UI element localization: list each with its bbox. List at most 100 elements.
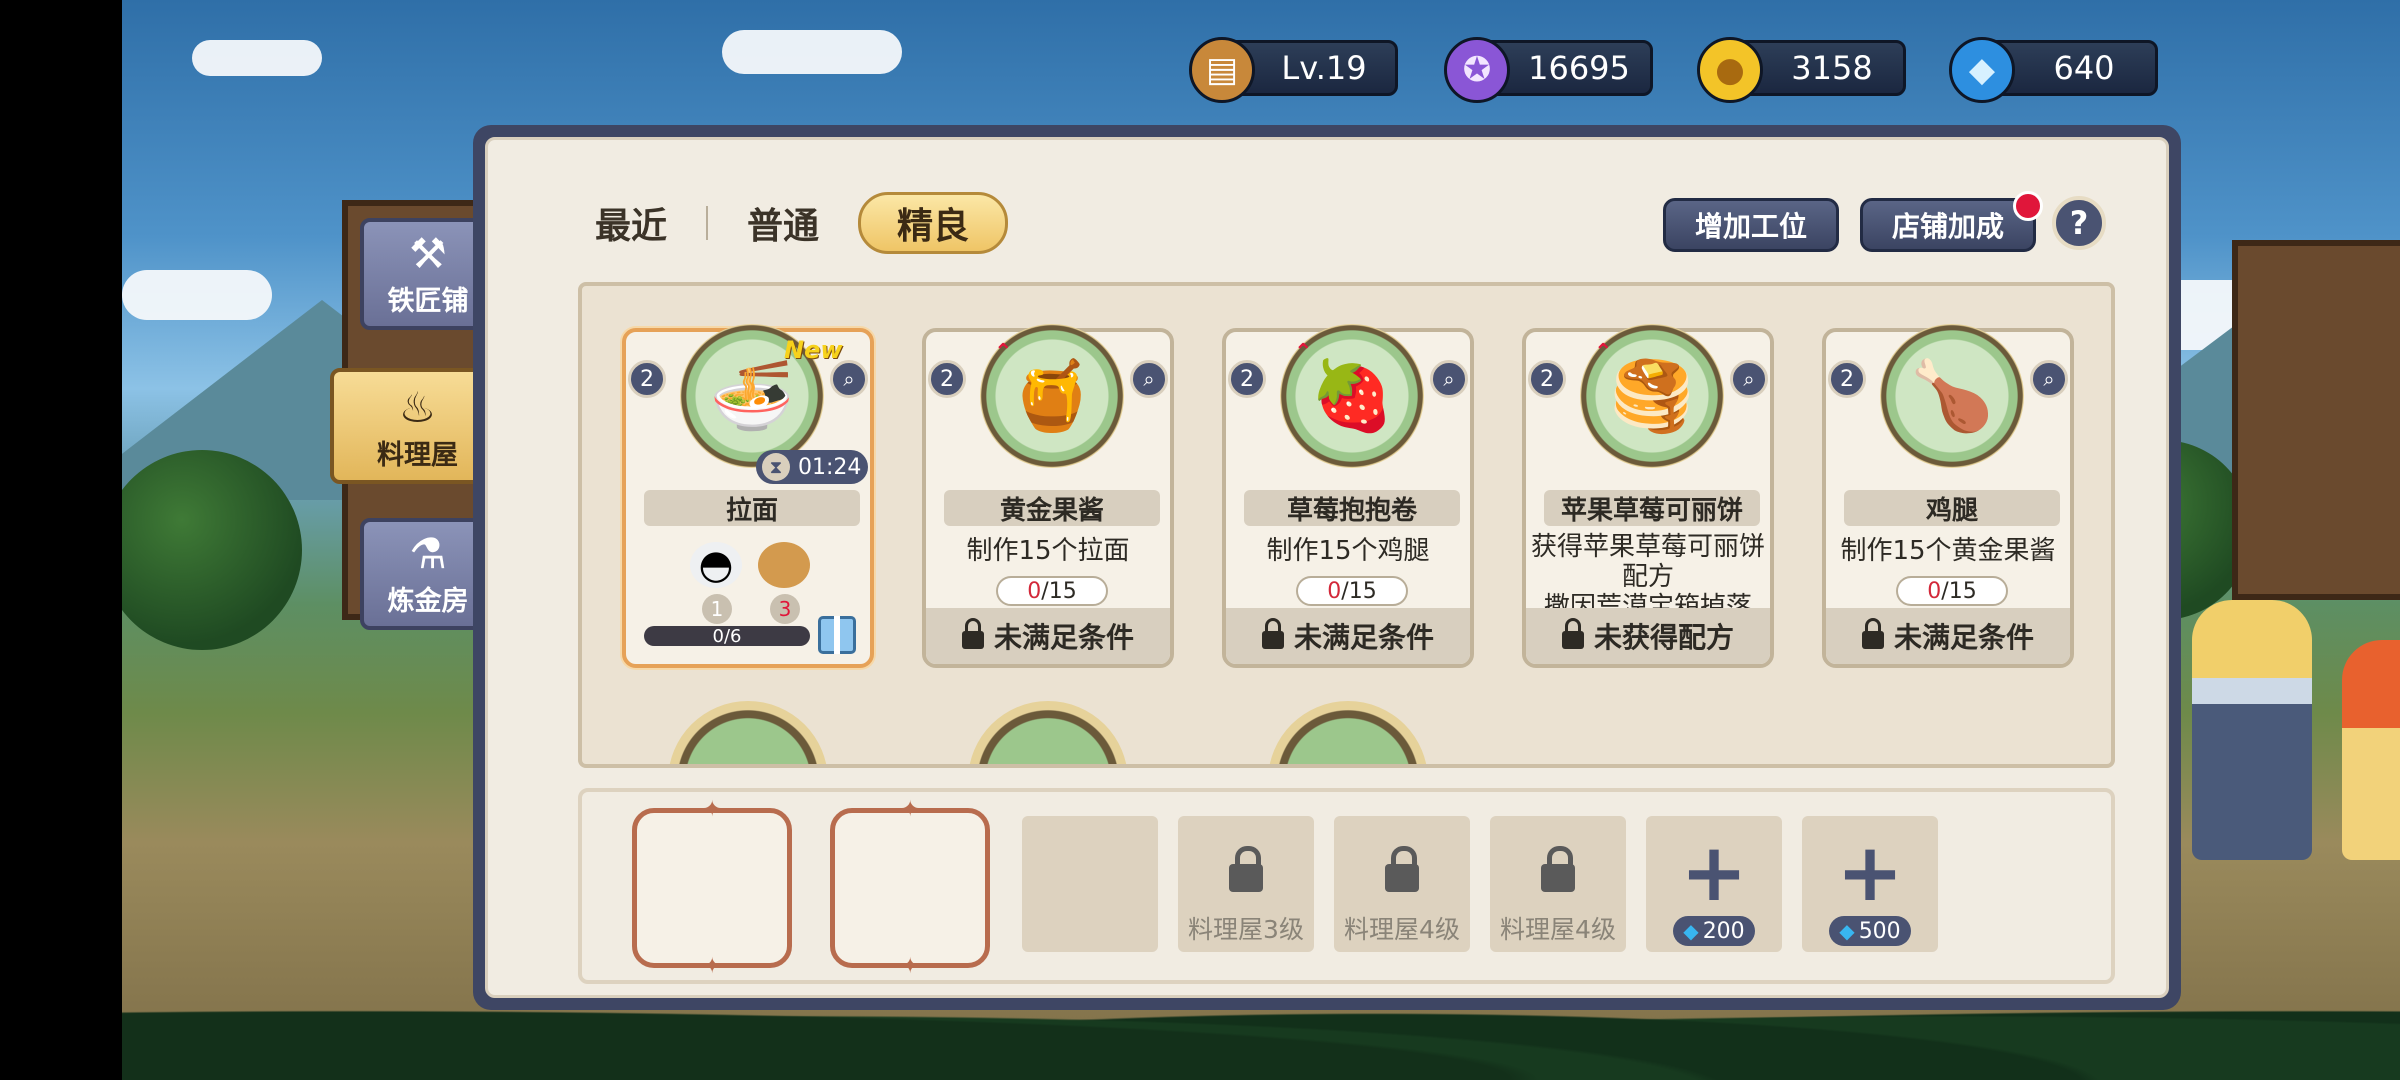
- recipe-card-next-row[interactable]: [968, 701, 1128, 764]
- medal-currency-display[interactable]: ✪ 16695: [1444, 37, 1653, 103]
- quality-filter: 最近 普通 精良: [556, 192, 1022, 254]
- shop-building: [2232, 240, 2400, 600]
- magnifier-icon[interactable]: ⌕: [1130, 360, 1168, 398]
- diamond-amount: 640: [2053, 49, 2115, 87]
- purple-medal-icon: ✪: [1444, 37, 1510, 103]
- recipe-name: 草莓抱抱卷: [1244, 490, 1460, 526]
- buy-slot-button[interactable]: + ◆ 200: [1646, 816, 1782, 952]
- cook-timer: ⧗ 01:24: [756, 450, 868, 484]
- desc-line: 配方: [1621, 562, 1674, 592]
- slot-unlock-label: 料理屋4级: [1344, 915, 1460, 944]
- status-text: 未满足条件: [993, 621, 1134, 654]
- progress-current: 0: [1927, 578, 1942, 604]
- recipe-panel: 最近 普通 精良 增加工位 店铺加成 ? 🍜 2 ⌕ New ⧗ 01:24 拉…: [473, 125, 2181, 1010]
- progress-current: 0: [1327, 578, 1342, 604]
- recipe-card-next-row[interactable]: [1268, 701, 1428, 764]
- recipe-card-crepe[interactable]: 🥞 ⌃ 2 ⌕ 苹果草莓可丽饼 获得苹果草莓可丽饼 配方 撒因荒漠宝箱掉落 未获…: [1522, 324, 1774, 668]
- gold-amount: 3158: [1791, 49, 1873, 87]
- locked-status: 未满足条件: [1826, 608, 2070, 664]
- requirement-progress: 0/15: [1296, 576, 1408, 606]
- slot-price: ◆ 500: [1829, 916, 1911, 946]
- anvil-icon: ⚒: [409, 229, 447, 278]
- progress-current: 0: [1027, 578, 1042, 604]
- tab-label: 炼金房: [387, 586, 469, 617]
- cooking-slot-locked[interactable]: 料理屋4级: [1334, 816, 1470, 952]
- recipe-card-golden-jam[interactable]: 🍯 ⌃ 2 ⌕ 黄金果酱 制作15个拉面 0/15 未满足条件: [922, 324, 1174, 668]
- notification-dot: [2013, 191, 2043, 221]
- lock-icon: [1561, 618, 1584, 649]
- cooking-slot-blank[interactable]: [1022, 816, 1158, 952]
- upgrade-arrow-icon: ⌃: [994, 340, 1013, 365]
- status-text: 未满足条件: [1893, 621, 2034, 654]
- desc-line: 获得苹果草莓可丽饼: [1530, 532, 1765, 562]
- unlock-requirement: 制作15个拉面: [966, 536, 1130, 566]
- filter-normal[interactable]: 普通: [708, 192, 858, 254]
- magnifier-icon[interactable]: ⌕: [2030, 360, 2068, 398]
- lock-icon: [1541, 846, 1575, 892]
- locked-status: 未满足条件: [926, 608, 1170, 664]
- level-badge: 2: [1528, 360, 1566, 398]
- magnifier-icon[interactable]: ⌕: [830, 360, 868, 398]
- progress-total: /15: [1941, 578, 1977, 604]
- tab-label: 铁匠铺: [387, 286, 469, 317]
- hero-character[interactable]: [2342, 640, 2400, 860]
- lock-icon: [1385, 846, 1419, 892]
- filter-recent[interactable]: 最近: [556, 192, 706, 254]
- recipe-name: 拉面: [644, 490, 860, 526]
- level-badge: 2: [1828, 360, 1866, 398]
- lock-icon: [1229, 846, 1263, 892]
- shop-bonus-button[interactable]: 店铺加成: [1860, 191, 2043, 252]
- gift-icon[interactable]: [818, 616, 856, 654]
- plus-icon: +: [1836, 826, 1904, 919]
- recipe-name: 鸡腿: [1844, 490, 2060, 526]
- ingredient-count: 3: [770, 594, 800, 624]
- diamond-icon: ◆: [1839, 919, 1855, 943]
- level-badge: 2: [1228, 360, 1266, 398]
- recipe-card-strawberry-roll[interactable]: 🍓 ⌃ 2 ⌕ 草莓抱抱卷 制作15个鸡腿 0/15 未满足条件: [1222, 324, 1474, 668]
- diamond-currency-display[interactable]: ◆ 640: [1949, 37, 2158, 103]
- slot-price: ◆ 200: [1673, 916, 1755, 946]
- recipe-card-next-row[interactable]: [668, 701, 828, 764]
- new-tag: New: [784, 336, 843, 364]
- upgrade-arrow-icon: ⌃: [1294, 340, 1313, 365]
- recipe-card-drumstick[interactable]: 🍗 2 ⌕ 鸡腿 制作15个黄金果酱 0/15 未满足条件: [1822, 324, 2074, 668]
- gold-currency-display[interactable]: ● 3158: [1697, 37, 1906, 103]
- plus-icon: +: [1680, 826, 1748, 919]
- recipe-name: 黄金果酱: [944, 490, 1160, 526]
- status-text: 未满足条件: [1293, 621, 1434, 654]
- diamond-icon: ◆: [1683, 919, 1699, 943]
- player-level-display[interactable]: ▤ Lv.19: [1189, 37, 1398, 103]
- requirement-progress: 0/15: [996, 576, 1108, 606]
- magnifier-icon[interactable]: ⌕: [1730, 360, 1768, 398]
- cooking-slot-locked[interactable]: 料理屋3级: [1178, 816, 1314, 952]
- shop-bonus-label: 店铺加成: [1891, 210, 2004, 243]
- recipe-panel-content: 最近 普通 精良 增加工位 店铺加成 ? 🍜 2 ⌕ New ⧗ 01:24 拉…: [485, 137, 2169, 998]
- recipe-card-ramen[interactable]: 🍜 2 ⌕ New ⧗ 01:24 拉面 ◓ 1 3 0/6: [622, 324, 874, 668]
- drumstick-icon: 🍗: [1880, 324, 2024, 468]
- diamond-plus-icon: ◆: [1949, 37, 2015, 103]
- egg-icon: [758, 542, 810, 588]
- cooking-slot-empty[interactable]: [632, 797, 792, 979]
- ingredient-count: 1: [702, 594, 732, 624]
- cooking-slot-empty[interactable]: [830, 797, 990, 979]
- unlock-requirement: 制作15个鸡腿: [1266, 536, 1430, 566]
- buy-slot-button[interactable]: + ◆ 500: [1802, 816, 1938, 952]
- hero-character[interactable]: [2192, 600, 2312, 860]
- add-workstation-button[interactable]: 增加工位: [1663, 198, 1839, 252]
- magnifier-icon[interactable]: ⌕: [1430, 360, 1468, 398]
- rice-ball-icon: ◓: [690, 542, 742, 588]
- requirement-progress: 0/15: [1896, 576, 2008, 606]
- medal-amount: 16695: [1528, 49, 1630, 87]
- cooking-slot-locked[interactable]: 料理屋4级: [1490, 816, 1626, 952]
- lock-icon: [961, 618, 984, 649]
- price-text: 200: [1702, 918, 1745, 944]
- recipe-name: 苹果草莓可丽饼: [1544, 490, 1760, 526]
- progress-total: /15: [1041, 578, 1077, 604]
- filter-fine[interactable]: 精良: [858, 192, 1008, 254]
- recipe-grid[interactable]: 🍜 2 ⌕ New ⧗ 01:24 拉面 ◓ 1 3 0/6 🍯 ⌃ 2 ⌕ 黄…: [578, 282, 2115, 768]
- player-level-text: Lv.19: [1281, 49, 1367, 87]
- help-button[interactable]: ?: [2052, 196, 2106, 250]
- gold-coin-icon: ●: [1697, 37, 1763, 103]
- upgrade-arrow-icon: ⌃: [1594, 340, 1613, 365]
- status-text: 未获得配方: [1593, 621, 1734, 654]
